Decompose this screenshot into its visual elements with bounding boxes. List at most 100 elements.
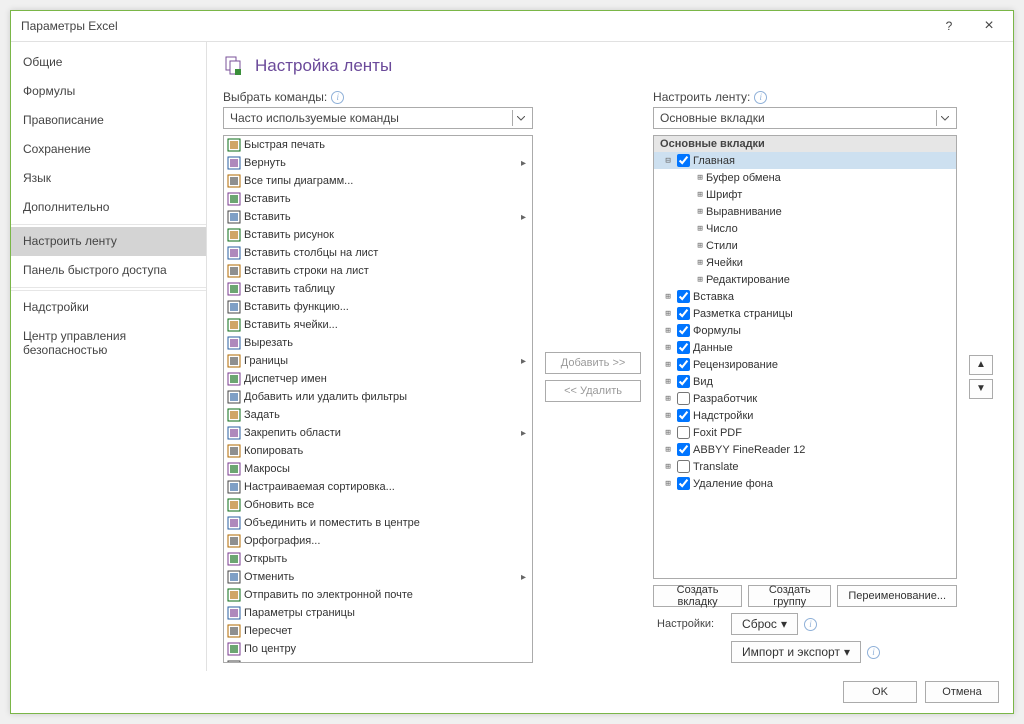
expand-icon[interactable]: ⊞ (694, 275, 706, 285)
expand-icon[interactable]: ⊞ (662, 343, 674, 353)
sidebar-category[interactable]: Центр управления безопасностью (11, 322, 206, 365)
command-item[interactable]: Отправить по электронной почте (224, 586, 532, 604)
command-item[interactable]: Добавить или удалить фильтры (224, 388, 532, 406)
tab-checkbox[interactable] (677, 324, 690, 337)
rename-button[interactable]: Переименование... (837, 585, 957, 607)
commands-listbox[interactable]: Быстрая печатьВернуть▸Все типы диаграмм.… (223, 135, 533, 663)
tree-node-group[interactable]: ⊞Число (654, 220, 956, 237)
tab-checkbox[interactable] (677, 375, 690, 388)
tree-node-tab[interactable]: ⊞Надстройки (654, 407, 956, 424)
tree-node-tab[interactable]: ⊞Данные (654, 339, 956, 356)
command-item[interactable]: Отменить▸ (224, 568, 532, 586)
expand-icon[interactable]: ⊞ (662, 428, 674, 438)
expand-icon[interactable]: ⊞ (694, 173, 706, 183)
command-item[interactable]: Вставить (224, 190, 532, 208)
tab-checkbox[interactable] (677, 358, 690, 371)
tab-checkbox[interactable] (677, 392, 690, 405)
command-item[interactable]: Обновить все (224, 496, 532, 514)
command-item[interactable]: Макросы (224, 460, 532, 478)
expand-icon[interactable]: ⊞ (662, 479, 674, 489)
collapse-icon[interactable]: ⊟ (662, 156, 674, 166)
expand-icon[interactable]: ⊞ (662, 309, 674, 319)
tree-node-group[interactable]: ⊞Буфер обмена (654, 169, 956, 186)
move-down-button[interactable]: ▼ (969, 379, 993, 399)
command-item[interactable]: Пересчет (224, 622, 532, 640)
ok-button[interactable]: OK (843, 681, 917, 703)
sidebar-category[interactable]: Формулы (11, 77, 206, 106)
choose-commands-dropdown[interactable]: Часто используемые команды (223, 107, 533, 129)
expand-icon[interactable]: ⊞ (662, 377, 674, 387)
close-button[interactable]: × (969, 12, 1009, 40)
tree-node-tab[interactable]: ⊞Вид (654, 373, 956, 390)
new-tab-button[interactable]: Создать вкладку (653, 585, 742, 607)
command-item[interactable]: Вставить таблицу (224, 280, 532, 298)
command-item[interactable]: Границы▸ (224, 352, 532, 370)
tree-node-group[interactable]: ⊞Ячейки (654, 254, 956, 271)
command-item[interactable]: Все типы диаграмм... (224, 172, 532, 190)
tab-checkbox[interactable] (677, 409, 690, 422)
add-button[interactable]: Добавить >> (545, 352, 641, 374)
command-item[interactable]: Вставить ячейки... (224, 316, 532, 334)
info-icon[interactable]: i (331, 91, 344, 104)
info-icon[interactable]: i (804, 618, 817, 631)
tab-checkbox[interactable] (677, 477, 690, 490)
new-group-button[interactable]: Создать группу (748, 585, 831, 607)
command-item[interactable]: Диспетчер имен (224, 370, 532, 388)
import-export-button[interactable]: Импорт и экспорт▾ (731, 641, 861, 663)
command-item[interactable]: Вставить▸ (224, 208, 532, 226)
tree-node-tab[interactable]: ⊞Рецензирование (654, 356, 956, 373)
command-item[interactable]: Вставить строки на лист (224, 262, 532, 280)
sidebar-category[interactable]: Сохранение (11, 135, 206, 164)
sidebar-category[interactable]: Панель быстрого доступа (11, 256, 206, 285)
command-item[interactable]: Вырезать (224, 334, 532, 352)
tree-node-group[interactable]: ⊞Выравнивание (654, 203, 956, 220)
command-item[interactable]: Настраиваемая сортировка... (224, 478, 532, 496)
sidebar-category[interactable]: Настроить ленту (11, 227, 206, 256)
expand-icon[interactable]: ⊞ (694, 190, 706, 200)
command-item[interactable]: Быстрая печать (224, 136, 532, 154)
ribbon-tabs-dropdown[interactable]: Основные вкладки (653, 107, 957, 129)
expand-icon[interactable]: ⊞ (662, 445, 674, 455)
sidebar-category[interactable]: Общие (11, 48, 206, 77)
tree-node-group[interactable]: ⊞Редактирование (654, 271, 956, 288)
remove-button[interactable]: << Удалить (545, 380, 641, 402)
expand-icon[interactable]: ⊞ (694, 207, 706, 217)
command-item[interactable]: Повторить (224, 658, 532, 663)
expand-icon[interactable]: ⊞ (662, 292, 674, 302)
tree-node-tab[interactable]: ⊞Формулы (654, 322, 956, 339)
expand-icon[interactable]: ⊞ (662, 326, 674, 336)
tab-checkbox[interactable] (677, 443, 690, 456)
expand-icon[interactable]: ⊞ (694, 224, 706, 234)
info-icon[interactable]: i (754, 91, 767, 104)
expand-icon[interactable]: ⊞ (662, 360, 674, 370)
info-icon[interactable]: i (867, 646, 880, 659)
tree-node-tab[interactable]: ⊞ABBYY FineReader 12 (654, 441, 956, 458)
tab-checkbox[interactable] (677, 290, 690, 303)
command-item[interactable]: Вставить функцию... (224, 298, 532, 316)
command-item[interactable]: Копировать (224, 442, 532, 460)
move-up-button[interactable]: ▲ (969, 355, 993, 375)
command-item[interactable]: По центру (224, 640, 532, 658)
sidebar-category[interactable]: Язык (11, 164, 206, 193)
tree-node-tab[interactable]: ⊞Вставка (654, 288, 956, 305)
command-item[interactable]: Открыть (224, 550, 532, 568)
expand-icon[interactable]: ⊞ (694, 241, 706, 251)
expand-icon[interactable]: ⊞ (662, 411, 674, 421)
expand-icon[interactable]: ⊞ (662, 462, 674, 472)
tree-node-group[interactable]: ⊞Стили (654, 237, 956, 254)
cancel-button[interactable]: Отмена (925, 681, 999, 703)
ribbon-tabs-tree[interactable]: Основные вкладки⊟Главная⊞Буфер обмена⊞Шр… (653, 135, 957, 579)
command-item[interactable]: Вставить рисунок (224, 226, 532, 244)
help-button[interactable]: ? (929, 12, 969, 40)
tab-checkbox[interactable] (677, 341, 690, 354)
expand-icon[interactable]: ⊞ (694, 258, 706, 268)
command-item[interactable]: Орфография... (224, 532, 532, 550)
tree-node-tab[interactable]: ⊟Главная (654, 152, 956, 169)
sidebar-category[interactable]: Правописание (11, 106, 206, 135)
tree-node-tab[interactable]: ⊞Foxit PDF (654, 424, 956, 441)
expand-icon[interactable]: ⊞ (662, 394, 674, 404)
tree-node-tab[interactable]: ⊞Удаление фона (654, 475, 956, 492)
command-item[interactable]: Объединить и поместить в центре (224, 514, 532, 532)
command-item[interactable]: Вернуть▸ (224, 154, 532, 172)
tab-checkbox[interactable] (677, 426, 690, 439)
